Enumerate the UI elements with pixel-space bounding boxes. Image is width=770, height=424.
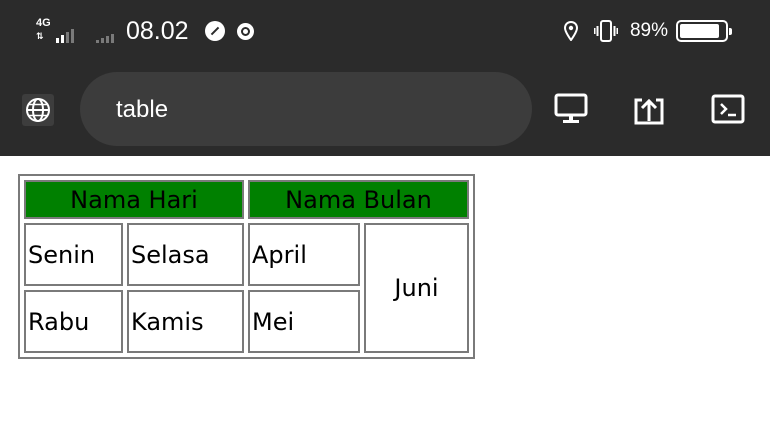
network-type-label: 4G (36, 17, 51, 29)
battery-percent: 89% (629, 20, 668, 41)
status-time: 08.02 (126, 17, 189, 45)
table-row: Senin Selasa April Juni (24, 223, 469, 353)
status-right: 89% (563, 17, 732, 45)
battery-fill (680, 24, 720, 38)
status-bar: 4G ⇅ 08.02 89% (0, 0, 770, 62)
signal-bars-secondary-icon (96, 29, 114, 43)
table-cell: April (248, 223, 360, 286)
address-bar-text: table (116, 96, 169, 123)
chrome-icon (236, 22, 254, 40)
table-cell-merged: Juni (364, 223, 469, 353)
share-upload-icon[interactable] (631, 92, 667, 126)
vibrate-icon (593, 20, 618, 42)
header-nama-hari: Nama Hari (24, 180, 244, 219)
compass-icon (204, 21, 225, 41)
console-icon[interactable] (710, 92, 746, 126)
table-cell: Selasa (127, 223, 244, 286)
battery-icon (676, 20, 732, 42)
browser-toolbar: table (0, 62, 770, 156)
page-content: Nama Hari Nama Bulan Senin Selasa April … (0, 156, 770, 424)
address-bar[interactable]: table (80, 72, 532, 146)
signal-4g-icon: 4G ⇅ (36, 17, 51, 42)
table-cell: Kamis (127, 290, 244, 353)
demo-table: Nama Hari Nama Bulan Senin Selasa April … (18, 174, 475, 359)
table-cell: Senin (24, 223, 123, 286)
table-cell: Rabu (24, 290, 123, 353)
signal-bars-icon (56, 29, 74, 43)
desktop-icon[interactable] (553, 92, 589, 126)
status-left: 4G ⇅ 08.02 (36, 17, 254, 45)
header-nama-bulan: Nama Bulan (248, 180, 469, 219)
location-pin-icon (563, 21, 578, 41)
table-header-row: Nama Hari Nama Bulan (24, 180, 469, 219)
globe-icon[interactable] (22, 94, 54, 126)
table-cell: Mei (248, 290, 360, 353)
